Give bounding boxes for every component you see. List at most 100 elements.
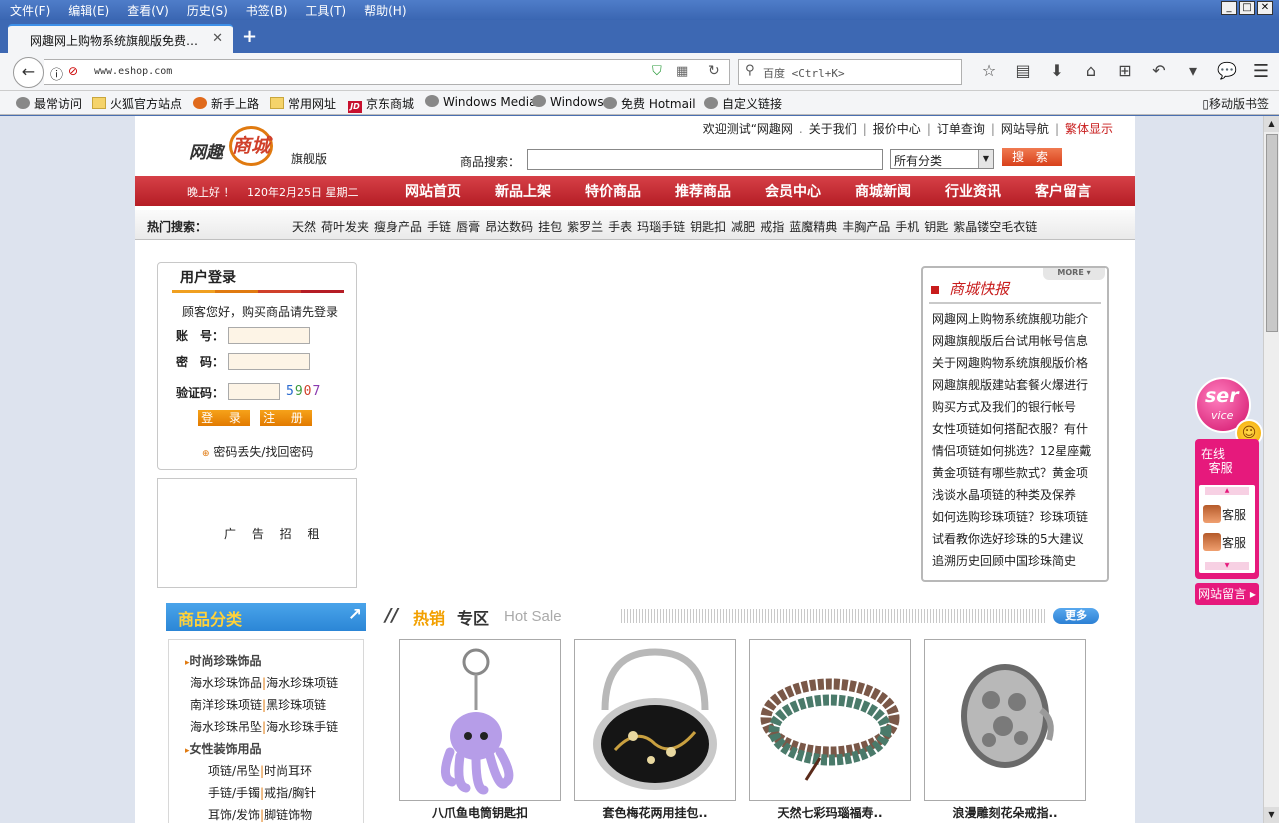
link-quotes[interactable]: 报价中心	[873, 122, 921, 136]
product-search-input[interactable]	[527, 149, 883, 170]
chevron-down-icon[interactable]: ▾	[1176, 61, 1210, 80]
hot-search-word[interactable]: 紫罗兰	[567, 220, 603, 234]
category-link[interactable]: 海水珍珠吊坠|海水珍珠手链	[190, 718, 338, 735]
hot-search-word[interactable]: 减肥	[731, 220, 755, 234]
menu-edit[interactable]: 编辑(E)	[58, 0, 117, 19]
nav-recommended[interactable]: 推荐商品	[675, 181, 765, 201]
reading-list-icon[interactable]: ▤	[1006, 61, 1040, 80]
hot-search-word[interactable]: 钥匙	[924, 220, 948, 234]
category-link[interactable]: 南洋珍珠项链|黑珍珠项链	[190, 696, 326, 713]
hot-search-word[interactable]: 昂达数码	[485, 220, 533, 234]
category-link[interactable]: 海水珍珠饰品|海水珍珠项链	[190, 674, 338, 691]
captcha-image[interactable]: 5907	[286, 384, 321, 399]
hot-search-word[interactable]: 荷叶发夹	[321, 220, 369, 234]
forgot-password-link[interactable]: ⊕ 密码丢失/找回密码	[202, 443, 313, 460]
qr-code-icon[interactable]: ▦	[676, 64, 688, 79]
bookmark-windows-media[interactable]: Windows Media	[425, 95, 536, 109]
nav-new[interactable]: 新品上架	[495, 181, 585, 201]
category-link[interactable]: 项链/吊坠|时尚耳环	[208, 762, 312, 779]
menu-view[interactable]: 查看(V)	[117, 0, 177, 19]
login-button[interactable]: 登 录	[198, 410, 250, 426]
hot-search-word[interactable]: 天然	[292, 220, 316, 234]
nav-specials[interactable]: 特价商品	[585, 181, 675, 201]
hot-search-word[interactable]: 紫晶镂空毛衣链	[953, 220, 1037, 234]
hot-search-word[interactable]: 挂包	[538, 220, 562, 234]
site-logo[interactable]: 网趣 商城	[185, 120, 285, 172]
bookmark-star-icon[interactable]: ☆	[972, 61, 1006, 80]
product-image-bag-hook[interactable]	[574, 639, 736, 801]
scroll-up-icon[interactable]: ▲	[1205, 487, 1249, 495]
news-item[interactable]: 网趣旗舰版建站套餐火爆进行	[932, 376, 1104, 398]
category-group-1[interactable]: ▸女性装饰用品	[185, 740, 262, 757]
service-agent[interactable]: 客服	[1203, 505, 1246, 523]
info-icon[interactable]: ⓘ	[50, 64, 63, 83]
category-link[interactable]: 耳饰/发饰|脚链饰物	[208, 806, 312, 823]
product-image-agate-bracelet[interactable]	[749, 639, 911, 801]
undo-icon[interactable]: ↶	[1142, 61, 1176, 80]
nav-home[interactable]: 网站首页	[405, 181, 495, 201]
link-about[interactable]: 关于我们	[809, 122, 857, 136]
hot-search-word[interactable]: 手链	[427, 220, 451, 234]
bookmark-getting-started[interactable]: 新手上路	[193, 95, 259, 112]
hot-search-word[interactable]: 蓝魔精典	[789, 220, 837, 234]
account-input[interactable]	[228, 327, 310, 344]
menu-help[interactable]: 帮助(H)	[354, 0, 414, 19]
screenshot-icon[interactable]: ⊞	[1108, 61, 1142, 80]
news-item[interactable]: 网趣旗舰版后台试用帐号信息	[932, 332, 1104, 354]
back-icon[interactable]: ←	[13, 57, 44, 88]
category-group-0[interactable]: ▸时尚珍珠饰品	[185, 652, 262, 669]
scroll-up-icon[interactable]: ▲	[1264, 116, 1279, 132]
nav-news[interactable]: 商城新闻	[855, 181, 945, 201]
home-icon[interactable]: ⌂	[1074, 61, 1108, 80]
product-name[interactable]: 浪漫雕刻花朵戒指..	[924, 804, 1086, 821]
close-window-icon[interactable]: ✕	[1257, 1, 1273, 15]
hot-search-word[interactable]: 手表	[608, 220, 632, 234]
page-scrollbar[interactable]: ▲ ▼	[1263, 116, 1279, 823]
news-item[interactable]: 如何选购珍珠项链？珍珠项链	[932, 508, 1104, 530]
url-text[interactable]: www.eshop.com	[94, 66, 172, 77]
bookmark-jd[interactable]: JD 京东商城	[348, 95, 414, 113]
category-select[interactable]: 所有分类 ▼	[890, 149, 994, 169]
search-button[interactable]: 搜 索	[1002, 148, 1062, 166]
news-item[interactable]: 购买方式及我们的银行帐号	[932, 398, 1104, 420]
bookmark-custom-links[interactable]: 自定义链接	[704, 95, 782, 112]
nav-members[interactable]: 会员中心	[765, 181, 855, 201]
shield-icon[interactable]: ⛉	[652, 64, 662, 79]
bookmark-common-sites[interactable]: 常用网址	[270, 95, 336, 112]
news-item[interactable]: 网趣网上购物系统旗舰功能介	[932, 310, 1104, 332]
bookmark-hotmail[interactable]: 免费 Hotmail	[603, 95, 696, 112]
news-item[interactable]: 黄金项链有哪些款式？黄金项	[932, 464, 1104, 486]
hot-search-word[interactable]: 手机	[895, 220, 919, 234]
nav-guestbook[interactable]: 客户留言	[1035, 181, 1125, 201]
hot-search-word[interactable]: 戒指	[760, 220, 784, 234]
news-item[interactable]: 关于网趣购物系统旗舰版价格	[932, 354, 1104, 376]
menu-file[interactable]: 文件(F)	[0, 0, 58, 19]
bookmark-firefox-site[interactable]: 火狐官方站点	[92, 95, 182, 112]
download-icon[interactable]: ⬇	[1040, 61, 1074, 80]
address-bar[interactable]: ⓘ ⊘ www.eshop.com ⛉ ▦ ↻	[44, 59, 730, 85]
menu-bookmarks[interactable]: 书签(B)	[236, 0, 296, 19]
hot-search-word[interactable]: 钥匙扣	[690, 220, 726, 234]
scroll-down-icon[interactable]: ▼	[1205, 562, 1249, 570]
service-agent[interactable]: 客服	[1203, 533, 1246, 551]
site-message-button[interactable]: 网站留言 ▸	[1195, 583, 1259, 605]
news-item[interactable]: 浅谈水晶项链的种类及保养	[932, 486, 1104, 508]
search-bar[interactable]: ⚲ 百度 <Ctrl+K>	[738, 59, 962, 85]
arrow-up-right-icon[interactable]: ↗	[348, 605, 362, 625]
chat-icon[interactable]: 💬	[1210, 61, 1244, 80]
mobile-bookmarks[interactable]: ▯移动版书签	[1202, 95, 1269, 112]
category-link[interactable]: 手链/手镯|戒指/胸针	[208, 784, 316, 801]
news-item[interactable]: 情侣项链如何挑选？12星座戴	[932, 442, 1104, 464]
close-tab-icon[interactable]: ✕	[212, 31, 223, 46]
product-image-flower-ring[interactable]	[924, 639, 1086, 801]
product-name[interactable]: 套色梅花两用挂包..	[574, 804, 736, 821]
news-item[interactable]: 追溯历史回顾中国珍珠简史	[932, 552, 1104, 574]
product-name[interactable]: 天然七彩玛瑙福寿..	[749, 804, 911, 821]
menu-icon[interactable]: ☰	[1253, 61, 1269, 82]
news-item[interactable]: 女性项链如何搭配衣服？有什	[932, 420, 1104, 442]
menu-history[interactable]: 历史(S)	[177, 0, 236, 19]
link-orders[interactable]: 订单查询	[937, 122, 985, 136]
hot-search-word[interactable]: 瘦身产品	[374, 220, 422, 234]
scroll-down-icon[interactable]: ▼	[1264, 807, 1279, 823]
menu-tools[interactable]: 工具(T)	[295, 0, 354, 19]
